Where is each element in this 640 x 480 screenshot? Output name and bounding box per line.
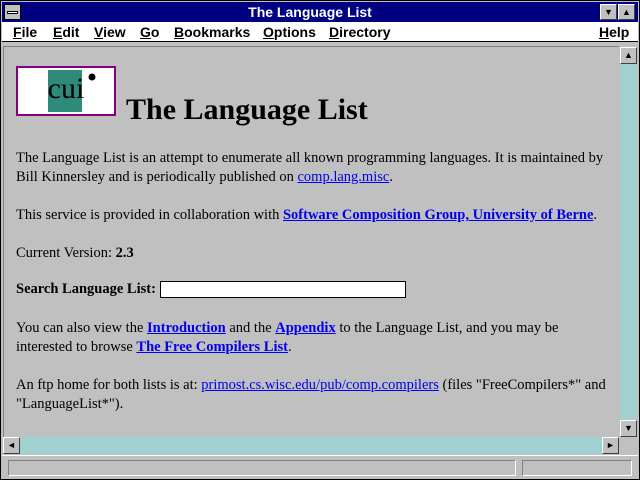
horizontal-scrollbar[interactable]: ◄ ► [3,437,619,454]
logo-text: cui [48,72,85,105]
logo-graphic: cui [48,70,96,112]
search-label: Search Language List: [16,281,156,297]
ftp-paragraph: An ftp home for both lists is at: primos… [16,377,606,412]
maximize-button[interactable]: ▲ [618,4,635,20]
intro-paragraph: The Language List is an attempt to enume… [16,150,604,185]
status-text-field [8,460,516,476]
vertical-scroll-track[interactable] [620,64,637,419]
menu-view[interactable]: View [94,24,126,40]
page-body: The Language List is an attempt to enume… [16,149,616,414]
scroll-down-button[interactable]: ▼ [620,420,637,437]
menu-go[interactable]: Go [140,24,159,40]
menu-edit[interactable]: Edit [53,24,79,40]
scroll-left-button[interactable]: ◄ [3,437,20,454]
free-compilers-link[interactable]: The Free Compilers List [136,339,288,355]
minimize-button[interactable]: ▼ [600,4,617,20]
menu-file[interactable]: File [13,24,37,40]
search-row: Search Language List: [16,280,616,299]
scroll-up-button[interactable]: ▲ [620,47,637,64]
menu-bar: File Edit View Go Bookmarks Options Dire… [2,22,638,42]
system-menu-icon[interactable] [4,4,21,20]
scroll-right-button[interactable]: ► [602,437,619,454]
scg-berne-link[interactable]: Software Composition Group, University o… [283,207,593,223]
menu-help[interactable]: Help [599,24,629,40]
version-paragraph: Current Version: 2.3 [16,245,134,261]
appendix-link[interactable]: Appendix [275,320,335,336]
window-title: The Language List [248,4,372,20]
cui-logo: cui [16,66,116,116]
horizontal-scroll-track[interactable] [20,437,602,454]
page-title: The Language List [126,93,368,126]
vertical-scrollbar[interactable]: ▲ ▼ [619,46,638,437]
ftp-link[interactable]: primost.cs.wisc.edu/pub/comp.compilers [201,377,439,393]
status-progress-field [522,460,632,476]
menu-options[interactable]: Options [263,24,316,40]
search-input[interactable] [159,281,406,299]
title-bar[interactable]: The Language List ▼ ▲ [2,2,638,22]
collab-paragraph: This service is provided in collaboratio… [16,207,598,223]
status-bar [2,455,638,479]
page-view[interactable]: cui The Language List The Language List … [3,46,638,453]
introduction-link[interactable]: Introduction [147,320,226,336]
page-header: cui The Language List [16,66,576,128]
menu-directory[interactable]: Directory [329,24,390,40]
comp-lang-misc-link[interactable]: comp.lang.misc [298,169,390,185]
also-paragraph: You can also view the Introduction and t… [16,320,559,355]
menu-bookmarks[interactable]: Bookmarks [174,24,250,40]
browser-window: The Language List ▼ ▲ File Edit View Go … [0,0,640,480]
version-value: 2.3 [115,245,134,261]
